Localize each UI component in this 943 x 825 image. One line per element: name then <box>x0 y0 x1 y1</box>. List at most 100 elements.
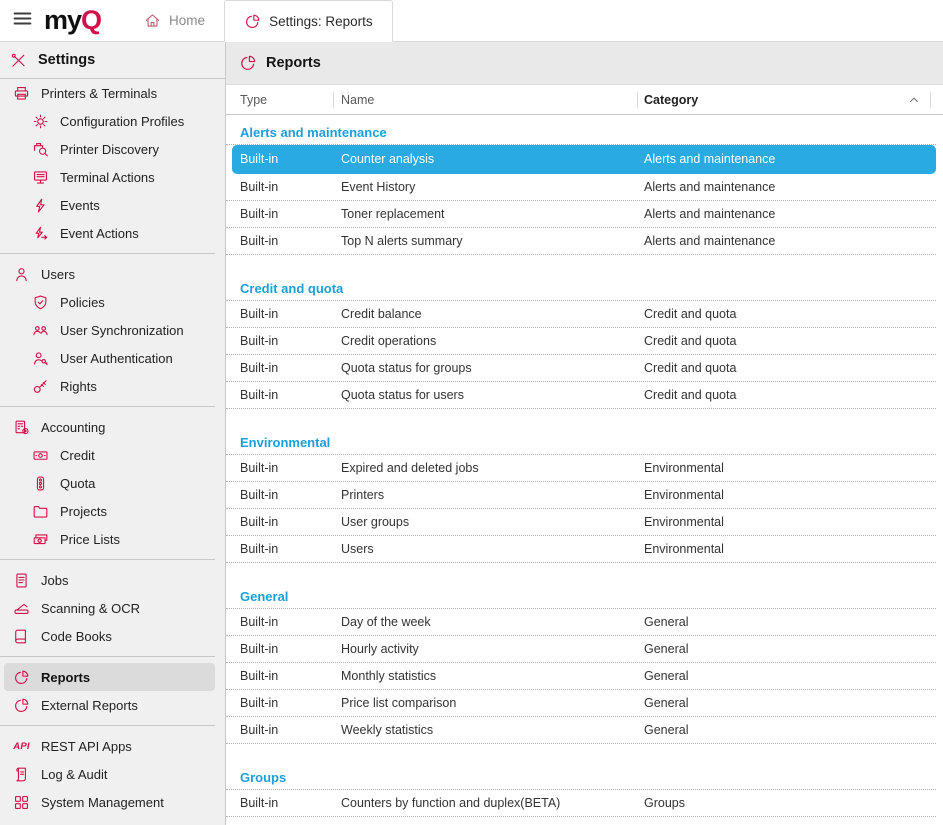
sidebar-item-printer-discovery[interactable]: Printer Discovery <box>4 135 215 163</box>
sidebar-item-user-synchronization[interactable]: User Synchronization <box>4 316 215 344</box>
table-row-event-history[interactable]: Built-inEvent HistoryAlerts and maintena… <box>226 174 936 201</box>
sidebar-group: Reports External Reports <box>0 663 225 719</box>
tab-home[interactable]: Home <box>125 0 224 41</box>
sidebar-item-label: Projects <box>60 504 107 519</box>
report-group: EnvironmentalBuilt-inExpired and deleted… <box>226 431 943 563</box>
sidebar-item-label: Accounting <box>41 420 105 435</box>
table-row-hourly-activity[interactable]: Built-inHourly activityGeneral <box>226 636 936 663</box>
cell-name: Printers <box>341 488 644 502</box>
table-row-monthly-statistics[interactable]: Built-inMonthly statisticsGeneral <box>226 663 936 690</box>
sidebar-item-code-books[interactable]: Code Books <box>4 622 215 650</box>
sidebar-item-label: Scanning & OCR <box>41 601 140 616</box>
table-row-counter-analysis[interactable]: Built-inCounter analysisAlerts and maint… <box>232 145 936 174</box>
cell-category: Environmental <box>644 542 936 556</box>
cell-category: Alerts and maintenance <box>644 207 936 221</box>
sidebar-item-events[interactable]: Events <box>4 191 215 219</box>
sidebar-item-printers-terminals[interactable]: Printers & Terminals <box>4 79 215 107</box>
sidebar-item-scanning-ocr[interactable]: Scanning & OCR <box>4 594 215 622</box>
main-panel: Reports Type Name Category Alerts and ma… <box>226 42 943 825</box>
tools-icon <box>9 52 28 69</box>
sidebar-item-users[interactable]: Users <box>4 260 215 288</box>
report-group-title: Alerts and maintenance <box>226 121 936 145</box>
sidebar-item-event-actions[interactable]: Event Actions <box>4 219 215 247</box>
report-group-title: Environmental <box>226 431 936 455</box>
myq-logo[interactable]: myQ <box>44 0 101 41</box>
table-row-price-list-comparison[interactable]: Built-inPrice list comparisonGeneral <box>226 690 936 717</box>
sidebar-item-terminal-actions[interactable]: Terminal Actions <box>4 163 215 191</box>
content-frame: Settings Printers & TerminalsConfigurati… <box>0 42 943 825</box>
table-row-quota-status-for-users[interactable]: Built-inQuota status for usersCredit and… <box>226 382 936 409</box>
cell-name: Quota status for users <box>341 388 644 402</box>
sidebar-divider <box>0 253 215 254</box>
cell-name: Hourly activity <box>341 642 644 656</box>
table-row-user-groups[interactable]: Built-inUser groupsEnvironmental <box>226 509 936 536</box>
tab-settings-reports[interactable]: Settings: Reports <box>224 0 393 42</box>
cell-category: Environmental <box>644 488 936 502</box>
cell-category: General <box>644 669 936 683</box>
cell-category: Environmental <box>644 461 936 475</box>
table-row-toner-replacement[interactable]: Built-inToner replacementAlerts and main… <box>226 201 936 228</box>
column-header-type[interactable]: Type <box>240 85 333 114</box>
report-group: GroupsBuilt-inCounters by function and d… <box>226 766 943 817</box>
table-row-credit-balance[interactable]: Built-inCredit balanceCredit and quota <box>226 301 936 328</box>
sidebar-group: Printers & Terminals Configuration Profil… <box>0 79 225 247</box>
sidebar-item-log-audit[interactable]: Log & Audit <box>4 760 215 788</box>
table-row-printers[interactable]: Built-inPrintersEnvironmental <box>226 482 936 509</box>
sidebar-nav: Printers & Terminals Configuration Profil… <box>0 79 225 825</box>
cell-name: User groups <box>341 515 644 529</box>
report-group-title: General <box>226 585 936 609</box>
sidebar-item-reports[interactable]: Reports <box>4 663 215 691</box>
table-row-users[interactable]: Built-inUsersEnvironmental <box>226 536 936 563</box>
sidebar-item-accounting[interactable]: Accounting <box>4 413 215 441</box>
table-row-top-n-alerts-summary[interactable]: Built-inTop N alerts summaryAlerts and m… <box>226 228 936 255</box>
sidebar-item-credit[interactable]: Credit <box>4 441 215 469</box>
table-row-credit-operations[interactable]: Built-inCredit operationsCredit and quot… <box>226 328 936 355</box>
sidebar-item-rest-api-apps[interactable]: APIREST API Apps <box>4 732 215 760</box>
column-label: Name <box>341 93 374 107</box>
cell-name: Weekly statistics <box>341 723 644 737</box>
table-row-expired-and-deleted-jobs[interactable]: Built-inExpired and deleted jobsEnvironm… <box>226 455 936 482</box>
sidebar-item-system-management[interactable]: System Management <box>4 788 215 816</box>
sidebar-item-label: Reports <box>41 670 90 685</box>
sidebar-group: APIREST API AppsLog & Audit System Manage… <box>0 732 225 816</box>
sidebar-item-policies[interactable]: Policies <box>4 288 215 316</box>
sidebar-divider <box>0 559 215 560</box>
sidebar-item-external-reports[interactable]: External Reports <box>4 691 215 719</box>
sidebar-item-label: Terminal Actions <box>60 170 155 185</box>
cell-name: Event History <box>341 180 644 194</box>
folder-icon <box>31 503 50 520</box>
sidebar-item-quota[interactable]: Quota <box>4 469 215 497</box>
sidebar-item-user-authentication[interactable]: User Authentication <box>4 344 215 372</box>
sidebar-item-rights[interactable]: Rights <box>4 372 215 400</box>
table-header-end <box>930 85 943 114</box>
sidebar-item-projects[interactable]: Projects <box>4 497 215 525</box>
sidebar-item-configuration-profiles[interactable]: Configuration Profiles <box>4 107 215 135</box>
sidebar-item-label: System Management <box>41 795 164 810</box>
column-label: Category <box>644 93 698 107</box>
sidebar-item-label: Jobs <box>41 573 68 588</box>
table-row-day-of-the-week[interactable]: Built-inDay of the weekGeneral <box>226 609 936 636</box>
column-header-category[interactable]: Category <box>637 85 930 114</box>
cell-category: General <box>644 696 936 710</box>
table-row-weekly-statistics[interactable]: Built-inWeekly statisticsGeneral <box>226 717 936 744</box>
sidebar-item-jobs[interactable]: Jobs <box>4 566 215 594</box>
column-header-name[interactable]: Name <box>333 85 637 114</box>
cell-type: Built-in <box>240 207 341 221</box>
sidebar-item-label: Printers & Terminals <box>41 86 157 101</box>
cell-name: Quota status for groups <box>341 361 644 375</box>
sidebar-group: UsersPoliciesUser SynchronizationUser Au… <box>0 260 225 400</box>
table-header: Type Name Category <box>226 85 943 115</box>
cell-category: General <box>644 723 936 737</box>
report-group: GeneralBuilt-inDay of the weekGeneralBui… <box>226 585 943 744</box>
sidebar-item-price-lists[interactable]: Price Lists <box>4 525 215 553</box>
table-row-quota-status-for-groups[interactable]: Built-inQuota status for groupsCredit an… <box>226 355 936 382</box>
cell-category: Alerts and maintenance <box>644 180 936 194</box>
myq-app-window: myQ Home Settings: Reports Settings Prin… <box>0 0 943 825</box>
table-row-counters-by-function-and-duplex-beta[interactable]: Built-inCounters by function and duplex(… <box>226 790 936 817</box>
settings-sidebar: Settings Printers & TerminalsConfigurati… <box>0 42 226 825</box>
cell-category: Alerts and maintenance <box>644 234 936 248</box>
cell-category: Credit and quota <box>644 388 936 402</box>
hamburger-menu-button[interactable] <box>0 0 44 41</box>
cell-type: Built-in <box>240 642 341 656</box>
cell-type: Built-in <box>240 361 341 375</box>
